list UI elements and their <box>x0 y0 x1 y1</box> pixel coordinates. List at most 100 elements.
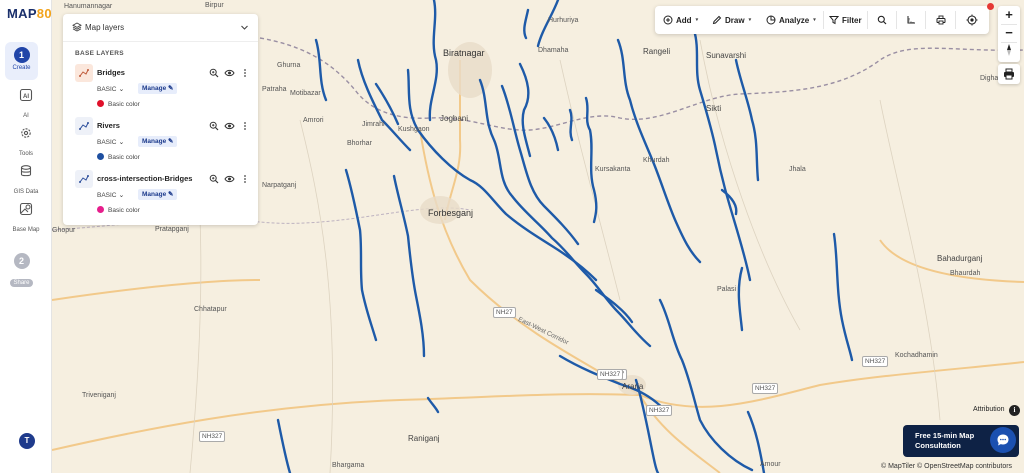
place-label: Hanumannagar <box>64 3 113 10</box>
layer-item-bridges[interactable]: Bridges BASIC ⌄ Manage ✎ Basic color <box>75 64 251 114</box>
layer-style-dropdown[interactable]: BASIC ⌄ <box>97 138 124 146</box>
more-options-icon[interactable] <box>243 121 247 131</box>
place-label: Bhargama <box>332 462 365 469</box>
layer-item-rivers[interactable]: Rivers BASIC ⌄ Manage ✎ Basic color <box>75 117 251 167</box>
map-copyright[interactable]: © MapTiler © OpenStreetMap contributors <box>881 463 1012 470</box>
consultation-banner[interactable]: Free 15-min Map Consultation <box>903 425 1019 457</box>
tool-base-map[interactable]: Base Map <box>6 202 46 236</box>
place-label: Sikti <box>706 104 722 113</box>
river-line[interactable] <box>428 0 439 122</box>
river-line[interactable] <box>832 232 854 362</box>
toolbar-divider <box>867 11 868 29</box>
layer-color[interactable]: Basic color <box>97 100 140 108</box>
tool-gis-data[interactable]: GIS Data <box>6 164 46 198</box>
visibility-eye-icon[interactable] <box>224 68 235 78</box>
river-line[interactable] <box>374 82 400 126</box>
place-label: Kochadhamin <box>895 352 938 359</box>
river-line[interactable] <box>568 108 574 142</box>
river-line[interactable] <box>734 58 760 182</box>
layer-thumbnail <box>75 117 93 135</box>
printer-icon <box>1004 68 1014 80</box>
layer-style-dropdown[interactable]: BASIC ⌄ <box>97 85 124 93</box>
bridge-layer-icon <box>79 69 89 77</box>
place-label: Khurdah <box>643 157 670 164</box>
layer-color[interactable]: Basic color <box>97 206 140 214</box>
river-line[interactable] <box>658 298 754 472</box>
river-line[interactable] <box>737 266 744 332</box>
filter-button[interactable]: Filter <box>829 6 862 34</box>
place-label: Triveniganj <box>82 392 116 399</box>
app-logo[interactable]: MAP80 <box>7 6 52 21</box>
print-button[interactable] <box>936 6 949 34</box>
visibility-eye-icon[interactable] <box>224 174 235 184</box>
river-line[interactable] <box>344 168 378 342</box>
river-line[interactable] <box>518 62 532 158</box>
tool-tools[interactable]: Tools <box>6 126 46 160</box>
river-line[interactable] <box>523 8 530 40</box>
place-label: Sunavarshi <box>706 51 747 60</box>
step-share[interactable]: 2 Share <box>5 248 38 287</box>
color-swatch <box>97 206 104 213</box>
zoom-to-layer-icon[interactable] <box>209 174 219 184</box>
chat-bubble-button[interactable] <box>990 427 1016 453</box>
layer-name: Bridges <box>97 68 125 77</box>
river-line[interactable] <box>692 28 752 282</box>
analyze-button[interactable]: Analyze ▾ <box>766 6 816 34</box>
more-options-icon[interactable] <box>243 174 247 184</box>
road-shield: NH327 <box>862 356 889 367</box>
basemap-icon <box>19 202 33 216</box>
river-line[interactable] <box>392 174 426 358</box>
layers-icon <box>72 22 82 32</box>
place-label: Biratnagar <box>443 48 485 58</box>
add-button[interactable]: Add ▾ <box>663 6 698 34</box>
river-line[interactable] <box>558 354 668 414</box>
measure-button[interactable] <box>906 6 919 34</box>
zoom-to-layer-icon[interactable] <box>209 68 219 78</box>
river-line[interactable] <box>616 38 702 264</box>
layer-color[interactable]: Basic color <box>97 153 140 161</box>
manage-button[interactable]: Manage ✎ <box>138 83 178 94</box>
search-icon <box>877 15 887 25</box>
manage-button[interactable]: Manage ✎ <box>138 136 178 147</box>
zoom-in-button[interactable]: + <box>998 6 1020 24</box>
toolbar-divider <box>896 11 897 29</box>
step-create[interactable]: 1 Create <box>5 42 38 80</box>
chevron-down-icon[interactable] <box>240 23 249 32</box>
locate-button[interactable] <box>966 6 981 34</box>
database-icon <box>20 165 32 177</box>
place-label: Narpatganj <box>262 182 297 189</box>
river-line[interactable] <box>276 418 292 473</box>
place-label: Birpur <box>205 2 224 9</box>
river-line[interactable] <box>426 396 440 414</box>
analyze-pie-icon <box>766 15 776 25</box>
river-line[interactable] <box>542 116 560 152</box>
gear-icon <box>21 128 31 138</box>
reset-north-button[interactable] <box>998 43 1020 61</box>
search-button[interactable] <box>877 6 890 34</box>
map-layers-panel: Map layers BASE LAYERS Bridges BASIC ⌄ Ma… <box>63 14 258 225</box>
layer-thumbnail <box>75 64 93 82</box>
visibility-eye-icon[interactable] <box>224 121 235 131</box>
place-label: Forbesganj <box>428 208 474 218</box>
draw-button[interactable]: Draw ▾ <box>712 6 751 34</box>
river-line[interactable] <box>634 378 660 473</box>
zoom-out-button[interactable]: − <box>998 24 1020 42</box>
place-label: Ghopur <box>52 227 76 234</box>
toolbar-divider <box>925 11 926 29</box>
place-label: Motibazar <box>290 90 321 97</box>
attribution-label[interactable]: Attribution <box>973 406 1005 413</box>
zoom-to-layer-icon[interactable] <box>209 121 219 131</box>
tool-label: Base Map <box>12 227 40 233</box>
user-avatar[interactable]: T <box>19 433 35 449</box>
layer-style-dropdown[interactable]: BASIC ⌄ <box>97 191 124 199</box>
export-map-button[interactable] <box>998 64 1020 84</box>
road-shield: NH327 <box>752 383 779 394</box>
step-label: Create <box>12 65 31 71</box>
layers-panel-header[interactable]: Map layers <box>63 14 258 42</box>
river-line[interactable] <box>356 58 412 152</box>
more-options-icon[interactable] <box>243 68 247 78</box>
info-icon[interactable]: i <box>1009 405 1020 416</box>
manage-button[interactable]: Manage ✎ <box>138 189 178 200</box>
layer-item-cross-intersection-bridges[interactable]: cross-intersection-Bridges BASIC ⌄ Manage… <box>75 170 251 220</box>
tool-ai[interactable]: AI AI <box>6 88 46 122</box>
